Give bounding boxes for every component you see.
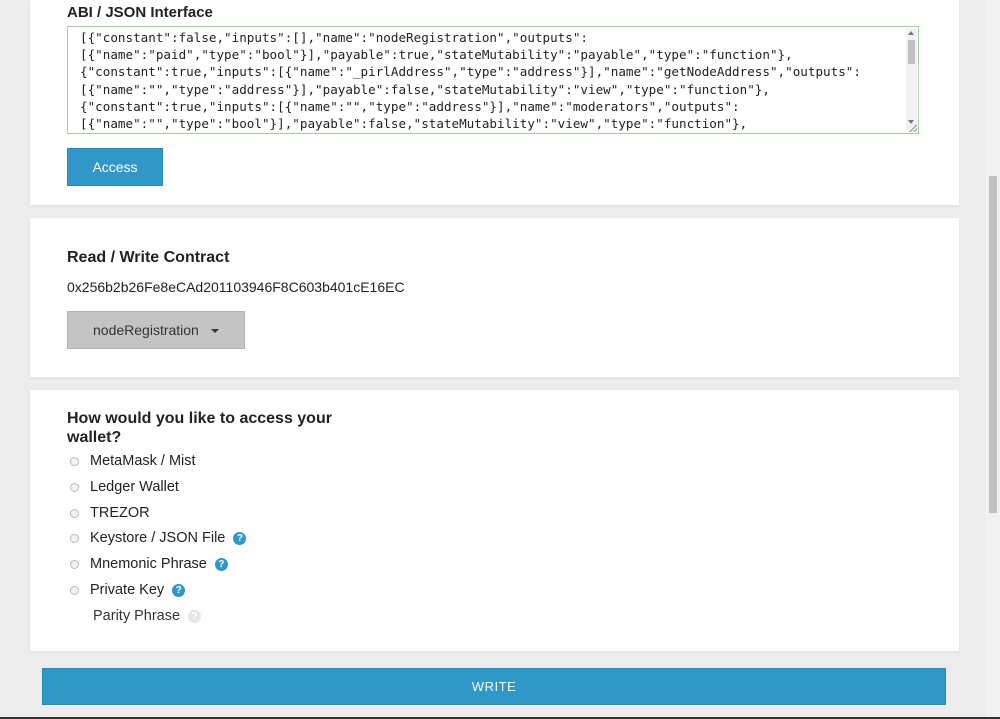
read-write-title: Read / Write Contract — [67, 249, 230, 266]
resize-grip-icon[interactable] — [909, 124, 917, 132]
wallet-option-label: Keystore / JSON File — [90, 530, 226, 546]
radio-button[interactable] — [70, 585, 79, 595]
help-icon[interactable]: ? — [214, 557, 228, 571]
radio-button[interactable] — [70, 482, 79, 492]
wallet-option-label: Mnemonic Phrase — [90, 556, 207, 572]
wallet-option-label: Ledger Wallet — [90, 479, 179, 495]
help-icon[interactable]: ? — [233, 531, 247, 545]
abi-text: [{"constant":false,"inputs":[],"name":"n… — [80, 30, 861, 132]
caret-down-icon — [210, 329, 219, 333]
abi-card: ABI / JSON Interface [{"constant":false,… — [30, 0, 959, 205]
scroll-up-icon[interactable] — [908, 31, 914, 35]
wallet-option-label: MetaMask / Mist — [90, 453, 196, 469]
wallet-option-mnemonic[interactable]: Mnemonic Phrase ? — [70, 556, 228, 572]
parity-phrase[interactable]: Parity Phrase ? — [93, 608, 202, 624]
wallet-option-label: TREZOR — [90, 505, 150, 521]
access-button[interactable]: Access — [67, 148, 163, 186]
abi-label: ABI / JSON Interface — [67, 4, 213, 21]
radio-button[interactable] — [70, 508, 79, 518]
abi-textarea[interactable]: [{"constant":false,"inputs":[],"name":"n… — [67, 26, 919, 134]
function-dropdown-label: nodeRegistration — [93, 322, 199, 338]
wallet-option-keystore[interactable]: Keystore / JSON File ? — [70, 530, 247, 546]
radio-button[interactable] — [70, 533, 79, 543]
function-dropdown[interactable]: nodeRegistration — [67, 311, 245, 349]
help-icon[interactable]: ? — [172, 583, 186, 597]
abi-scrollbar[interactable] — [906, 28, 917, 132]
write-button[interactable]: WRITE — [42, 668, 946, 705]
radio-button[interactable] — [70, 559, 79, 569]
page-scrollbar[interactable] — [986, 0, 1000, 719]
parity-phrase-label: Parity Phrase — [93, 608, 181, 624]
wallet-option-metamask[interactable]: MetaMask / Mist — [70, 453, 196, 469]
page-scroll-thumb[interactable] — [989, 176, 997, 513]
wallet-option-trezor[interactable]: TREZOR — [70, 505, 150, 521]
wallet-option-ledger[interactable]: Ledger Wallet — [70, 479, 179, 495]
contract-address: 0x256b2b26Fe8eCAd201103946F8C603b401cE16… — [67, 279, 405, 295]
abi-scroll-thumb[interactable] — [908, 40, 915, 64]
radio-button[interactable] — [70, 456, 79, 466]
wallet-option-label: Private Key — [90, 582, 165, 598]
help-icon: ? — [188, 609, 202, 623]
wallet-option-private-key[interactable]: Private Key ? — [70, 582, 186, 598]
wallet-title: How would you like to access your wallet… — [67, 410, 332, 446]
wallet-card: How would you like to access your wallet… — [30, 390, 959, 651]
read-write-card: Read / Write Contract 0x256b2b26Fe8eCAd2… — [30, 218, 959, 377]
